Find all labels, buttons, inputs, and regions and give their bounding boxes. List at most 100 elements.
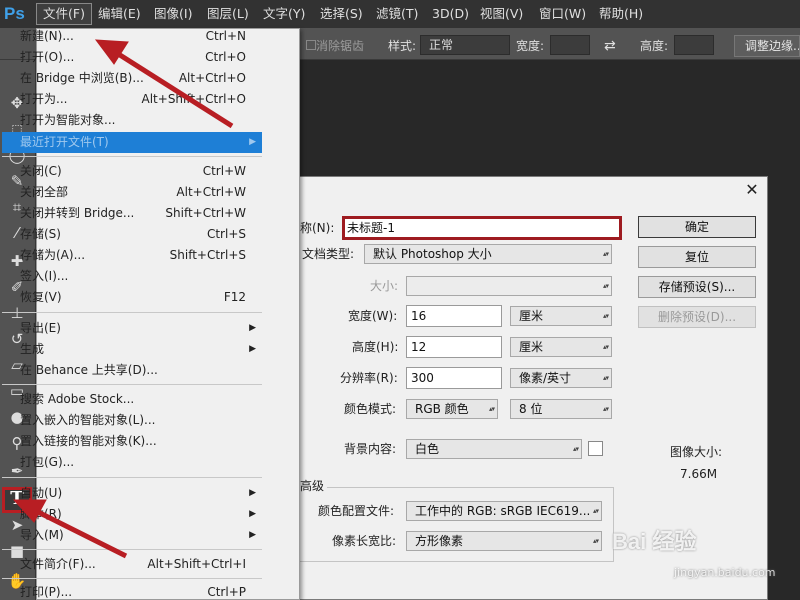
menu-view[interactable]: 视图(V) xyxy=(480,4,523,24)
width-field[interactable]: 16 xyxy=(406,305,502,327)
menu-item-shortcut: Ctrl+W xyxy=(202,164,246,178)
menu-item-open-smart-object[interactable]: 打开为智能对象... xyxy=(20,110,262,131)
menu-item-generate[interactable]: 生成 ▶ xyxy=(20,339,262,360)
height-label-dialog: 高度(H): xyxy=(352,340,399,354)
menu-item-label: 自动(U) xyxy=(20,486,63,500)
color-mode-select[interactable]: RGB 颜色 xyxy=(406,399,498,419)
menu-item-label: 关闭并转到 Bridge... xyxy=(20,206,135,220)
menu-item-label: 在 Bridge 中浏览(B)... xyxy=(20,71,144,85)
style-select[interactable]: 正常 xyxy=(420,35,510,55)
menu-image[interactable]: 图像(I) xyxy=(154,4,192,24)
menu-item-label: 打开(O)... xyxy=(20,50,75,64)
advanced-label: 高级 xyxy=(300,476,328,496)
menu-item-import[interactable]: 导入(M) ▶ xyxy=(20,525,262,546)
menu-item-export[interactable]: 导出(E) ▶ xyxy=(20,318,262,339)
menu-item-revert[interactable]: 恢复(V) F12 xyxy=(20,287,262,308)
menu-item-check-in[interactable]: 签入(I)... xyxy=(20,266,262,287)
menu-item-label: 导入(M) xyxy=(20,528,64,542)
menu-item-scripts[interactable]: 脚本(R) ▶ xyxy=(20,504,262,525)
ok-button[interactable]: 确定 xyxy=(638,216,756,238)
menu-item-place-linked[interactable]: 置入链接的智能对象(K)... xyxy=(20,431,262,452)
background-label: 背景内容: xyxy=(344,442,397,456)
menu-item-new[interactable]: 新建(N)... Ctrl+N xyxy=(20,26,262,47)
menu-item-label: 签入(I)... xyxy=(20,269,69,283)
menu-item-label: 文件简介(F)... xyxy=(20,557,96,571)
menu-filter[interactable]: 滤镜(T) xyxy=(376,4,418,24)
color-profile-label: 颜色配置文件: xyxy=(318,504,395,518)
menu-select[interactable]: 选择(S) xyxy=(320,4,363,24)
menu-item-label: 置入链接的智能对象(K)... xyxy=(20,434,157,448)
watermark-url: jingyan.baidu.com xyxy=(674,566,776,579)
menu-item-shortcut: Shift+Ctrl+W xyxy=(165,206,246,220)
submenu-arrow-icon: ▶ xyxy=(249,323,256,333)
resolution-field[interactable]: 300 xyxy=(406,367,502,389)
menu-separator xyxy=(2,549,262,550)
adjust-edge-button[interactable]: 调整边缘... xyxy=(734,35,800,57)
menu-item-open-as[interactable]: 打开为... Alt+Shift+Ctrl+O xyxy=(20,89,262,110)
resolution-label: 分辨率(R): xyxy=(340,371,398,385)
menu-item-shortcut: Alt+Ctrl+W xyxy=(176,185,246,199)
menu-item-share-behance[interactable]: 在 Behance 上共享(D)... xyxy=(20,360,262,381)
color-mode-label: 颜色模式: xyxy=(344,402,397,416)
image-size-value: 7.66M xyxy=(680,467,718,481)
menu-item-shortcut: F12 xyxy=(223,290,246,304)
menu-item-label: 在 Behance 上共享(D)... xyxy=(20,363,158,377)
menu-layer[interactable]: 图层(L) xyxy=(207,4,249,24)
height-input[interactable] xyxy=(674,35,714,55)
menu-item-label: 恢复(V) xyxy=(20,290,62,304)
menu-item-browse-bridge[interactable]: 在 Bridge 中浏览(B)... Alt+Ctrl+O xyxy=(20,68,262,89)
doc-type-select[interactable]: 默认 Photoshop 大小 xyxy=(364,244,612,264)
menu-item-label: 置入嵌入的智能对象(L)... xyxy=(20,413,156,427)
baidu-watermark: Bai 经验 jingyan.baidu.com xyxy=(612,510,800,600)
menu-item-label: 打印(P)... xyxy=(20,585,73,599)
doc-type-label: 文档类型: xyxy=(302,247,355,261)
color-profile-select[interactable]: 工作中的 RGB: sRGB IEC619... xyxy=(406,501,602,521)
menu-item-label: 搜索 Adobe Stock... xyxy=(20,392,135,406)
menu-item-close[interactable]: 关闭(C) Ctrl+W xyxy=(20,161,262,182)
menu-separator xyxy=(2,477,262,478)
menu-window[interactable]: 窗口(W) xyxy=(539,4,586,24)
menu-item-close-go-bridge[interactable]: 关闭并转到 Bridge... Shift+Ctrl+W xyxy=(20,203,262,224)
menu-item-label: 打包(G)... xyxy=(20,455,75,469)
size-select xyxy=(406,276,612,296)
bit-depth-select[interactable]: 8 位 xyxy=(510,399,612,419)
menu-item-shortcut: Ctrl+N xyxy=(205,29,246,43)
menu-item-shortcut: Alt+Shift+Ctrl+I xyxy=(147,557,246,571)
submenu-arrow-icon: ▶ xyxy=(249,488,256,498)
swap-icon[interactable]: ⇄ xyxy=(604,38,616,54)
background-color-swatch[interactable] xyxy=(588,441,603,456)
menu-item-label: 打开为... xyxy=(20,92,68,106)
menu-separator xyxy=(2,578,262,579)
menu-item-save-as[interactable]: 存储为(A)... Shift+Ctrl+S xyxy=(20,245,262,266)
close-icon[interactable]: ✕ xyxy=(742,180,762,200)
pixel-aspect-select[interactable]: 方形像素 xyxy=(406,531,602,551)
menu-3d[interactable]: 3D(D) xyxy=(432,4,469,24)
antialias-label: 消除锯齿 xyxy=(316,39,365,53)
menu-item-place-embedded[interactable]: 置入嵌入的智能对象(L)... xyxy=(20,410,262,431)
width-input[interactable] xyxy=(550,35,590,55)
menu-file[interactable]: 文件(F) xyxy=(36,3,92,25)
menu-item-print[interactable]: 打印(P)... Ctrl+P xyxy=(20,582,262,600)
menu-edit[interactable]: 编辑(E) xyxy=(98,4,141,24)
menu-item-automate[interactable]: 自动(U) ▶ xyxy=(20,483,262,504)
antialias-checkbox[interactable] xyxy=(306,40,316,50)
menu-item-file-info[interactable]: 文件简介(F)... Alt+Shift+Ctrl+I xyxy=(20,554,262,575)
menu-item-shortcut: Ctrl+O xyxy=(205,50,246,64)
height-field[interactable]: 12 xyxy=(406,336,502,358)
height-unit-select[interactable]: 厘米 xyxy=(510,337,612,357)
menu-item-save[interactable]: 存储(S) Ctrl+S xyxy=(20,224,262,245)
width-unit-select[interactable]: 厘米 xyxy=(510,306,612,326)
menu-item-close-all[interactable]: 关闭全部 Alt+Ctrl+W xyxy=(20,182,262,203)
menu-item-search-stock[interactable]: 搜索 Adobe Stock... xyxy=(20,389,262,410)
menu-item-package[interactable]: 打包(G)... xyxy=(20,452,262,473)
reset-button[interactable]: 复位 xyxy=(638,246,756,268)
menu-item-open[interactable]: 打开(O)... Ctrl+O xyxy=(20,47,262,68)
menu-help[interactable]: 帮助(H) xyxy=(599,4,643,24)
save-preset-button[interactable]: 存储预设(S)... xyxy=(638,276,756,298)
menu-type[interactable]: 文字(Y) xyxy=(263,4,305,24)
name-input[interactable]: 未标题-1 xyxy=(342,216,622,240)
background-select[interactable]: 白色 xyxy=(406,439,582,459)
width-label: 宽度: xyxy=(516,39,545,53)
resolution-unit-select[interactable]: 像素/英寸 xyxy=(510,368,612,388)
menu-item-recent-files[interactable]: 最近打开文件(T) ▶ xyxy=(2,132,262,153)
